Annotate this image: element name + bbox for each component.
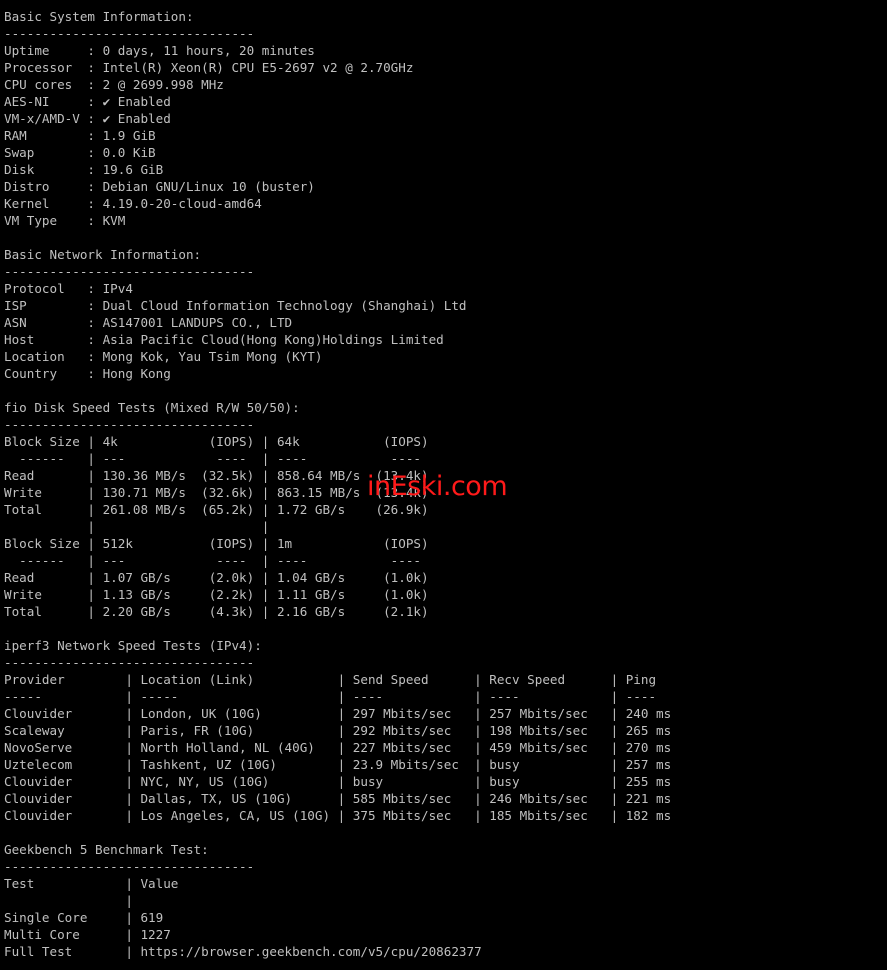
aes-ni-row: AES-NI : ✔ Enabled — [4, 94, 171, 109]
iperf3-row: Clouvider | NYC, NY, US (10G) | busy | b… — [4, 774, 672, 789]
uptime-row: Uptime : 0 days, 11 hours, 20 minutes — [4, 43, 315, 58]
location-row: Location : Mong Kok, Yau Tsim Mong (KYT) — [4, 349, 323, 364]
processor-row: Processor : Intel(R) Xeon(R) CPU E5-2697… — [4, 60, 414, 75]
section-divider: --------------------------------- — [4, 859, 255, 874]
fio-read-row: Read | 130.36 MB/s (32.5k) | 858.64 MB/s… — [4, 468, 429, 483]
iperf3-row: Uztelecom | Tashkent, UZ (10G) | 23.9 Mb… — [4, 757, 672, 772]
asn-row: ASN : AS147001 LANDUPS CO., LTD — [4, 315, 293, 330]
section-title-iperf3: iperf3 Network Speed Tests (IPv4): — [4, 638, 262, 653]
ram-row: RAM : 1.9 GiB — [4, 128, 156, 143]
distro-row: Distro : Debian GNU/Linux 10 (buster) — [4, 179, 315, 194]
section-title-geekbench: Geekbench 5 Benchmark Test: — [4, 842, 209, 857]
section-title-fio: fio Disk Speed Tests (Mixed R/W 50/50): — [4, 400, 300, 415]
iperf3-header-row: Provider | Location (Link) | Send Speed … — [4, 672, 657, 687]
iperf3-row: Clouvider | London, UK (10G) | 297 Mbits… — [4, 706, 672, 721]
terminal-output: Basic System Information: --------------… — [4, 8, 884, 960]
geekbench-header-row: Test | Value — [4, 876, 179, 891]
geekbench-spacer-row: | — [4, 893, 133, 908]
fio-header-rule: ------ | --- ---- | ---- ---- — [4, 451, 422, 466]
geekbench-single-core-row: Single Core | 619 — [4, 910, 164, 925]
fio-header-row: Block Size | 4k (IOPS) | 64k (IOPS) — [4, 434, 429, 449]
fio-total-row: Total | 261.08 MB/s (65.2k) | 1.72 GB/s … — [4, 502, 429, 517]
section-divider: --------------------------------- — [4, 264, 255, 279]
fio-header-row: Block Size | 512k (IOPS) | 1m (IOPS) — [4, 536, 429, 551]
section-divider: --------------------------------- — [4, 417, 255, 432]
fio-write-row: Write | 130.71 MB/s (32.6k) | 863.15 MB/… — [4, 485, 429, 500]
vm-type-row: VM Type : KVM — [4, 213, 126, 228]
geekbench-multi-core-row: Multi Core | 1227 — [4, 927, 171, 942]
geekbench-full-test-row: Full Test | https://browser.geekbench.co… — [4, 944, 482, 959]
cpu-cores-row: CPU cores : 2 @ 2699.998 MHz — [4, 77, 224, 92]
vm-x-row: VM-x/AMD-V : ✔ Enabled — [4, 111, 171, 126]
section-title-network: Basic Network Information: — [4, 247, 202, 262]
host-row: Host : Asia Pacific Cloud(Hong Kong)Hold… — [4, 332, 444, 347]
section-title-system: Basic System Information: — [4, 9, 194, 24]
fio-header-rule: ------ | --- ---- | ---- ---- — [4, 553, 422, 568]
section-divider: --------------------------------- — [4, 26, 255, 41]
iperf3-row: Clouvider | Dallas, TX, US (10G) | 585 M… — [4, 791, 672, 806]
section-divider: --------------------------------- — [4, 655, 255, 670]
fio-read-row: Read | 1.07 GB/s (2.0k) | 1.04 GB/s (1.0… — [4, 570, 429, 585]
disk-row: Disk : 19.6 GiB — [4, 162, 164, 177]
country-row: Country : Hong Kong — [4, 366, 171, 381]
protocol-row: Protocol : IPv4 — [4, 281, 133, 296]
fio-write-row: Write | 1.13 GB/s (2.2k) | 1.11 GB/s (1.… — [4, 587, 429, 602]
isp-row: ISP : Dual Cloud Information Technology … — [4, 298, 467, 313]
iperf3-header-rule: ----- | ----- | ---- | ---- | ---- — [4, 689, 657, 704]
fio-total-row: Total | 2.20 GB/s (4.3k) | 2.16 GB/s (2.… — [4, 604, 429, 619]
iperf3-row: Clouvider | Los Angeles, CA, US (10G) | … — [4, 808, 672, 823]
fio-spacer-row: | | — [4, 519, 270, 534]
kernel-row: Kernel : 4.19.0-20-cloud-amd64 — [4, 196, 262, 211]
iperf3-row: Scaleway | Paris, FR (10G) | 292 Mbits/s… — [4, 723, 672, 738]
swap-row: Swap : 0.0 KiB — [4, 145, 156, 160]
iperf3-row: NovoServe | North Holland, NL (40G) | 22… — [4, 740, 672, 755]
